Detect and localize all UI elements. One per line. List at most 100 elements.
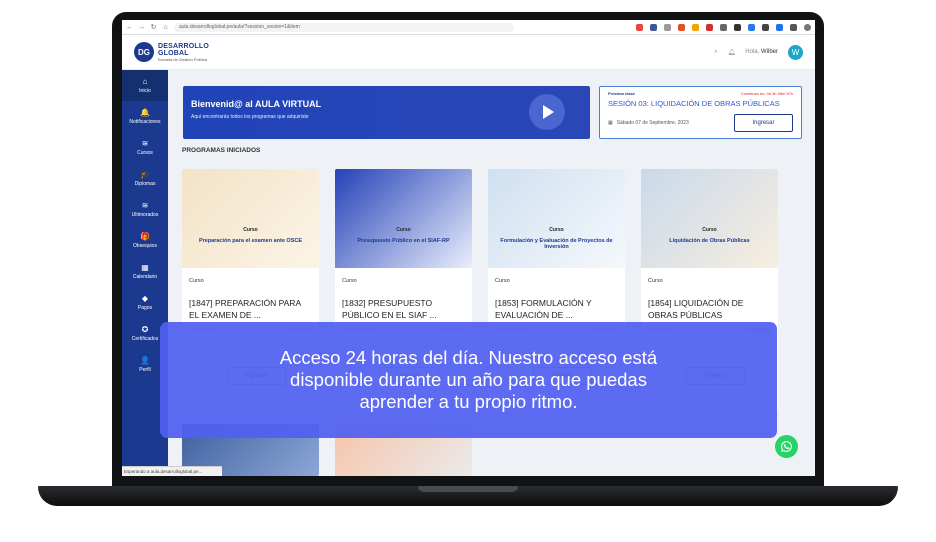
logo-text: DESARROLLO GLOBAL Escuela de Gestión Púb… [158,43,209,62]
next-session-label: Próxima clase [608,91,635,96]
sidebar-item-inicio[interactable]: ⌂ Inicio [122,70,168,101]
banner-title: Bienvenid@ al AULA VIRTUAL [191,99,322,109]
address-bar[interactable]: aula.desarrolloglobal.pe/aula/?session_s… [174,22,514,32]
laptop-notch [418,486,518,492]
back-icon[interactable]: ← [126,24,133,31]
extension-icon[interactable] [650,23,657,31]
extension-icons [636,23,811,31]
logo[interactable]: DG DESARROLLO GLOBAL Escuela de Gestión … [134,42,209,62]
logo-subtitle: Escuela de Gestión Pública [158,56,207,62]
extension-icon[interactable] [692,23,699,31]
puzzle-icon[interactable] [790,23,797,31]
calendar-icon: ▦ [141,262,149,272]
promo-text: Acceso 24 horas del día. Nuestro acceso … [279,346,658,413]
extension-icon[interactable] [678,23,685,31]
profile-icon[interactable] [804,23,811,31]
extension-icon[interactable] [664,23,671,31]
course-kind: Curso [648,278,663,284]
sidebar-item-label: Cursos [137,149,153,156]
sidebar-item-label: Inicio [139,87,151,94]
promo-overlay: Acceso 24 horas del día. Nuestro acceso … [160,322,777,438]
certificate-icon: ✪ [141,324,149,334]
sidebar-item-label: Obsequios [133,242,157,249]
layers-icon: ≋ [141,138,149,148]
course-kind: Curso [189,278,204,284]
home-icon: ⌂ [142,76,148,86]
sidebar-item-label: Certificados [131,335,159,342]
sidebar-item-label: Notificaciones [129,118,161,125]
course-image-title: Formulación y Evaluación de Proyectos de… [500,238,613,251]
countdown: Comienza en: 0d 3h 55m 57s [740,91,793,96]
course-image: Curso Liquidación de Obras Públicas [641,169,778,268]
sidebar-item-diplomas[interactable]: 🎓 Diplomas [122,163,168,194]
avatar[interactable]: W [788,44,803,60]
section-title: PROGRAMAS INICIADOS [182,147,261,154]
layers-icon: ≋ [141,200,149,210]
welcome-banner: Bienvenid@ al AULA VIRTUAL Aquí encontra… [183,86,590,139]
sidebar-item-calendario[interactable]: ▦ Calendario [122,256,168,287]
course-kind: Curso [342,278,357,284]
payments-icon: ◆ [141,293,149,303]
course-kind: Curso [495,278,510,284]
sidebar-item-label: Calendario [132,273,158,280]
course-name[interactable]: [1832] PRESUPUESTO PÚBLICO EN EL SIAF ..… [342,297,465,321]
logo-title-line1: DESARROLLO [158,42,209,50]
extension-icon[interactable] [706,23,713,31]
sidebar-item-label: Ultimorados [131,211,159,218]
forward-icon[interactable]: → [138,24,145,31]
sidebar-item-pagos[interactable]: ◆ Pagos [122,287,168,318]
extension-icon[interactable] [636,23,643,31]
extension-icon[interactable] [748,23,755,31]
logo-title-line2: GLOBAL [158,49,189,57]
extension-icon[interactable] [776,23,783,31]
join-session-button[interactable]: Ingresar [734,114,793,132]
logo-mark: DG [134,42,154,62]
gift-icon: 🎁 [140,231,150,241]
course-badge: Curso [396,227,411,233]
sidebar-item-cursos[interactable]: ≋ Cursos [122,132,168,163]
next-session-date: Sábado 07 de Septiembre, 2023 [616,120,689,126]
course-image-title: Preparación para el examen ante OSCE [198,238,303,244]
course-name[interactable]: [1854] LIQUIDACIÓN DE OBRAS PÚBLICAS [648,297,771,321]
course-name[interactable]: [1847] PREPARACIÓN PARA EL EXAMEN DE ... [189,297,312,321]
extension-icon[interactable] [720,23,727,31]
search-icon[interactable]: ⌕ [714,49,717,56]
course-badge: Curso [549,227,564,233]
user-greeting: Hola, Wilber [745,49,778,55]
browser-toolbar: ← → ↻ ⌂ aula.desarrolloglobal.pe/aula/?s… [122,20,815,35]
sidebar-item-ultimorados[interactable]: ≋ Ultimorados [122,194,168,225]
next-session-title: SESIÓN 03: LIQUIDACIÓN DE OBRAS PÚBLICAS [608,99,780,108]
graduation-cap-icon: 🎓 [140,169,150,179]
user-icon: 👤 [140,355,150,365]
sidebar-item-label: Pagos [137,304,153,311]
user-name: Wilber [760,49,778,55]
course-image: Curso Formulación y Evaluación de Proyect… [488,169,625,268]
course-badge: Curso [702,227,717,233]
course-image-title: Presupuesto Público en el SIAF-RP [357,238,450,244]
browser-status-bar: Esperando a aula.desarrolloglobal.pe... [122,466,222,476]
course-badge: Curso [243,227,258,233]
calendar-icon: ▦ [608,120,613,126]
sidebar-item-notificaciones[interactable]: 🔔 Notificaciones [122,101,168,132]
sidebar-item-label: Perfil [139,366,151,373]
extension-icon[interactable] [734,23,741,31]
bell-icon[interactable]: 🔔︎ [728,49,736,56]
course-image: Curso Presupuesto Público en el SIAF-RP [335,169,472,268]
whatsapp-icon [781,441,792,452]
home-icon[interactable]: ⌂ [162,24,169,31]
greeting-text: Hola, [745,49,760,55]
banner-subtitle: Aquí encontrarás todos los programas que… [191,114,309,120]
course-image-title: Liquidación de Obras Públicas [669,238,750,244]
next-session-card: Próxima clase Comienza en: 0d 3h 55m 57s… [599,86,802,139]
app-header: DG DESARROLLO GLOBAL Escuela de Gestión … [122,35,815,70]
play-button[interactable] [529,94,565,130]
reload-icon[interactable]: ↻ [150,23,157,31]
laptop-base [38,486,898,506]
whatsapp-button[interactable] [775,435,798,458]
sidebar-item-label: Diplomas [134,180,156,187]
header-actions: ⌕ 🔔︎ Hola, Wilber W [714,44,803,60]
extension-icon[interactable] [762,23,769,31]
bell-icon: 🔔 [140,107,150,117]
course-name[interactable]: [1853] FORMULACIÓN Y EVALUACIÓN DE ... [495,297,618,321]
sidebar-item-obsequios[interactable]: 🎁 Obsequios [122,225,168,256]
